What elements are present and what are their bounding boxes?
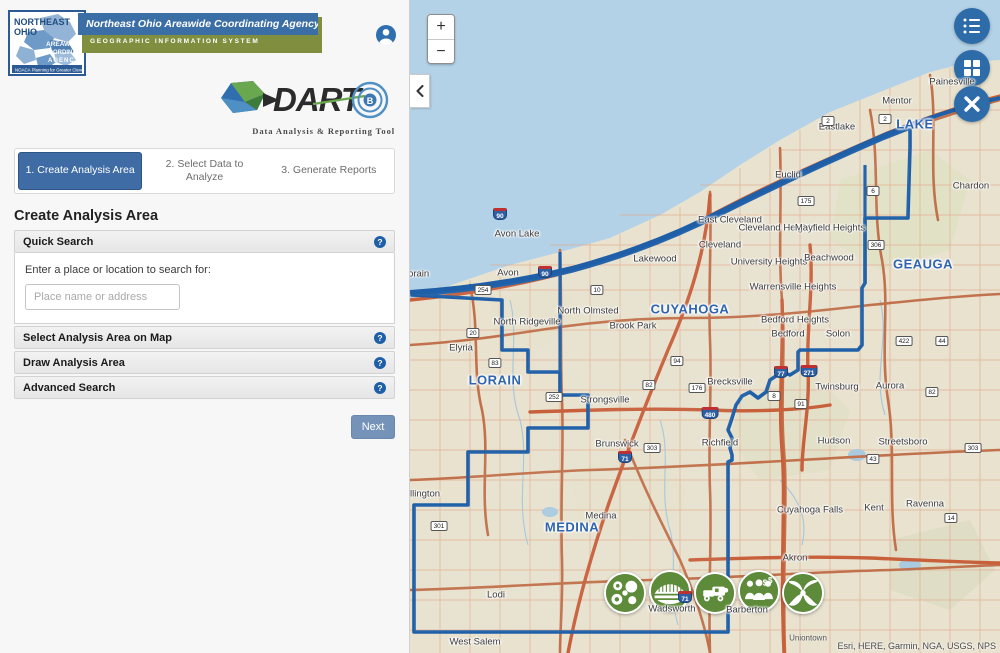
svg-text:$: $ — [763, 579, 768, 588]
land-use-icon[interactable] — [782, 572, 824, 614]
section-label-advanced-search: Advanced Search — [23, 381, 116, 394]
close-icon — [964, 96, 980, 112]
svg-text:?: ? — [377, 383, 382, 393]
section-label-draw-analysis-area: Draw Analysis Area — [23, 356, 125, 369]
svg-text:NOACA Planning for Greater Cl: NOACA Planning for Greater Cleveland — [15, 68, 84, 73]
left-panel: NORTHEAST OHIO AREAWIDE COORDINATING AGE… — [0, 0, 410, 653]
user-account-icon[interactable] — [375, 24, 397, 46]
help-circle-icon[interactable]: ? — [374, 331, 386, 344]
bridges-infrastructure-icon[interactable] — [649, 570, 691, 612]
noaca-logo-graphic: NORTHEAST OHIO AREAWIDE COORDINATING AGE… — [10, 12, 84, 74]
help-circle-icon[interactable]: ? — [374, 235, 386, 248]
section-body-quick-search: Enter a place or location to search for: — [14, 253, 395, 324]
zoom-controls: + − — [427, 14, 455, 64]
noaca-logo: NORTHEAST OHIO AREAWIDE COORDINATING AGE… — [8, 10, 86, 76]
quick-search-prompt: Enter a place or location to search for: — [25, 264, 211, 276]
brand-header: NORTHEAST OHIO AREAWIDE COORDINATING AGE… — [0, 0, 409, 78]
workflow-steps: 1. Create Analysis Area 2. Select Data t… — [14, 148, 395, 194]
close-button[interactable] — [954, 86, 990, 122]
search-input[interactable] — [25, 284, 180, 310]
section-header-advanced-search[interactable]: Advanced Search ? — [14, 376, 395, 399]
next-button-row: Next — [14, 415, 395, 439]
transportation-icon[interactable] — [694, 572, 736, 614]
svg-text:AREAWIDE: AREAWIDE — [46, 41, 82, 48]
section-label-select-analysis-area-on-map: Select Analysis Area on Map — [23, 331, 172, 344]
grid-icon — [964, 60, 980, 76]
svg-text:?: ? — [377, 358, 382, 368]
dart-application: NORTHEAST OHIO AREAWIDE COORDINATING AGE… — [0, 0, 1000, 653]
dart-tagline: Data Analysis & Reporting Tool — [252, 126, 395, 136]
section-header-select-analysis-area-on-map[interactable]: Select Analysis Area on Map ? — [14, 326, 395, 349]
page-title: Create Analysis Area — [14, 208, 159, 224]
svg-text:NORTHEAST: NORTHEAST — [14, 17, 71, 27]
basemap-grid-button[interactable] — [954, 50, 990, 86]
step-generate-reports[interactable]: 3. Generate Reports — [267, 152, 391, 190]
svg-text:AGENCY: AGENCY — [48, 58, 80, 64]
chevron-left-icon — [416, 85, 423, 97]
svg-text:DART: DART — [273, 81, 364, 118]
help-circle-icon[interactable]: ? — [374, 381, 386, 394]
map-view[interactable]: + − $ $ LAKE GEAUGA CUYAHOGA LORAIN MEDI… — [410, 0, 1000, 653]
svg-text:B: B — [367, 96, 374, 106]
demographics-economy-icon[interactable]: $ $ — [738, 570, 780, 612]
list-icon — [963, 18, 980, 34]
agency-banner: Northeast Ohio Areawide Coordinating Age… — [78, 13, 322, 53]
next-button[interactable]: Next — [351, 415, 395, 439]
analysis-area-accordion: Quick Search ? Enter a place or location… — [14, 230, 395, 399]
step-create-analysis-area[interactable]: 1. Create Analysis Area — [18, 152, 143, 190]
basemap-graphic — [410, 0, 1000, 653]
environment-icon[interactable] — [604, 572, 646, 614]
zoom-in-button[interactable]: + — [428, 15, 454, 39]
help-circle-icon[interactable]: ? — [374, 356, 386, 369]
legend-list-button[interactable] — [954, 8, 990, 44]
dart-logo-graphic: DART B — [221, 81, 389, 119]
step-select-data-to-analyze[interactable]: 2. Select Data to Analyze — [142, 152, 266, 190]
dart-logo: DART B Data Analysis & Reporting Tool — [0, 78, 409, 140]
section-header-draw-analysis-area[interactable]: Draw Analysis Area ? — [14, 351, 395, 374]
svg-text:?: ? — [377, 333, 382, 343]
section-label-quick-search: Quick Search — [23, 235, 94, 248]
svg-text:COORDINATING: COORDINATING — [44, 50, 84, 56]
svg-text:OHIO: OHIO — [14, 27, 37, 37]
zoom-out-button[interactable]: − — [428, 39, 454, 63]
svg-text:$: $ — [768, 576, 773, 585]
agency-subtitle: GEOGRAPHIC INFORMATION SYSTEM — [82, 35, 318, 49]
collapse-panel-button[interactable] — [410, 74, 430, 108]
agency-name: Northeast Ohio Areawide Coordinating Age… — [78, 13, 318, 35]
svg-text:?: ? — [377, 237, 382, 247]
section-header-quick-search[interactable]: Quick Search ? — [14, 230, 395, 253]
